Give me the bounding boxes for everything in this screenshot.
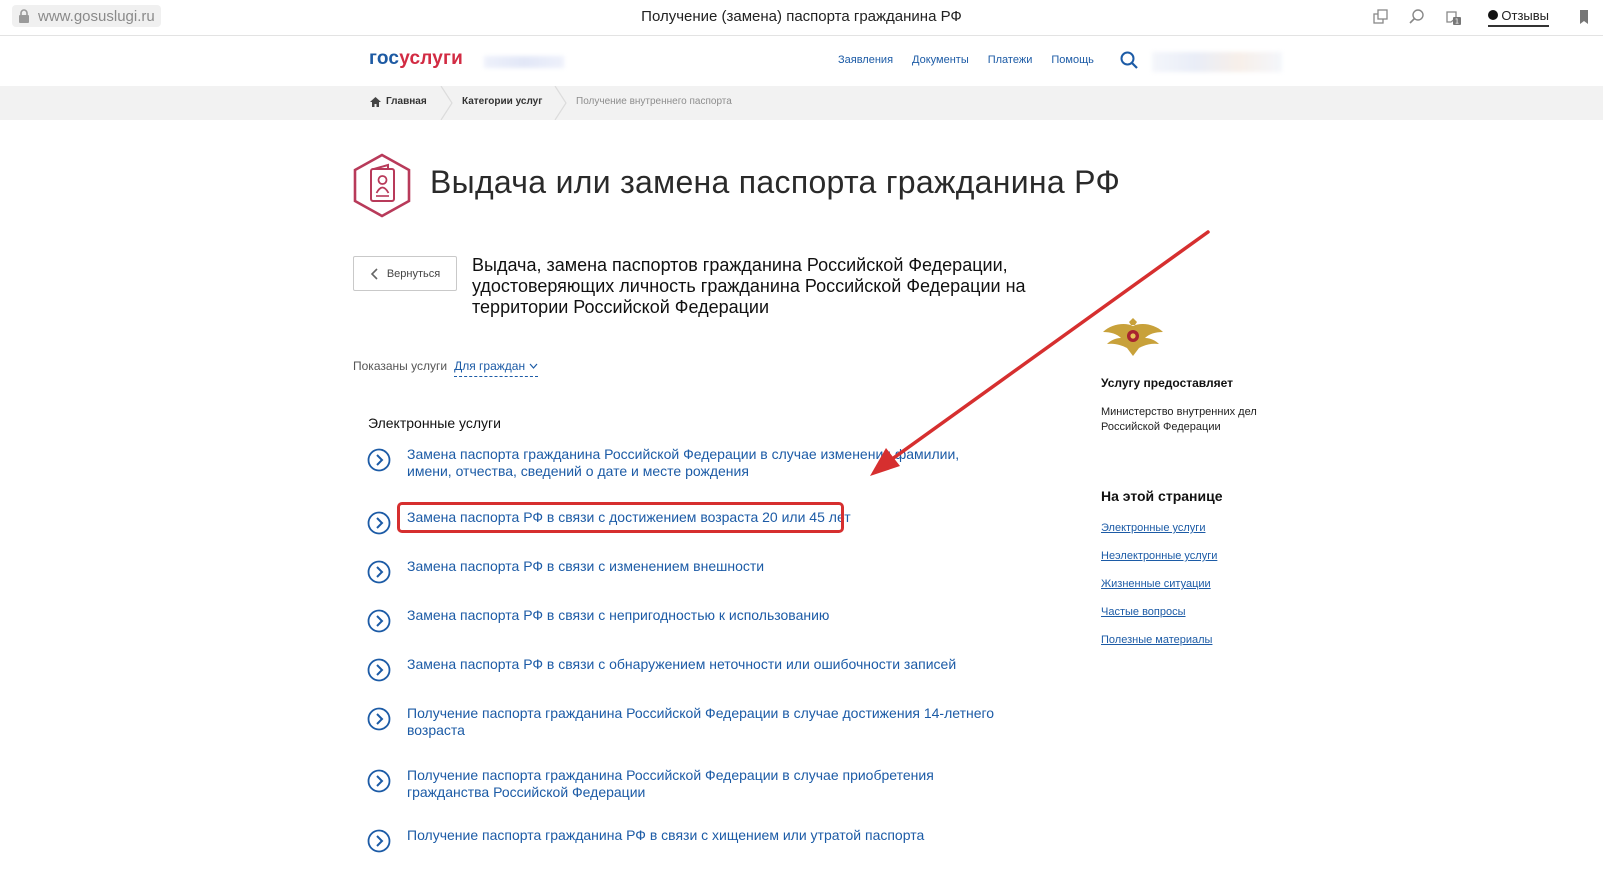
- service-item[interactable]: Замена паспорта РФ в связи с изменением …: [367, 558, 1007, 584]
- chevron-circle-icon: [367, 707, 391, 731]
- copy-icon[interactable]: [1372, 8, 1390, 26]
- service-group-title: Выдача, замена паспортов гражданина Росс…: [472, 255, 1026, 317]
- nav-help[interactable]: Помощь: [1051, 54, 1094, 66]
- address-bar[interactable]: www.gosuslugi.ru: [12, 5, 161, 27]
- service-item[interactable]: Получение паспорта гражданина Российской…: [367, 705, 1007, 739]
- home-icon: [370, 96, 381, 107]
- search-page-icon[interactable]: [1408, 8, 1426, 26]
- extension-badge-icon[interactable]: 1: [1444, 8, 1462, 26]
- service-link-age-20-45[interactable]: Замена паспорта РФ в связи с достижением…: [407, 509, 1007, 526]
- nav-documents[interactable]: Документы: [912, 54, 969, 66]
- onpage-link-non-electronic[interactable]: Неэлектронные услуги: [1101, 550, 1217, 562]
- chevron-circle-icon: [367, 609, 391, 633]
- service-link[interactable]: Замена паспорта РФ в связи с изменением …: [407, 558, 1007, 575]
- service-item[interactable]: Замена паспорта РФ в связи с непригоднос…: [367, 607, 1007, 633]
- blurred-user-profile[interactable]: [1152, 52, 1282, 72]
- service-item[interactable]: Получение паспорта гражданина РФ в связи…: [367, 827, 1007, 853]
- back-button[interactable]: Вернуться: [353, 256, 457, 291]
- chevron-left-icon: [370, 267, 378, 280]
- breadcrumb-home-label: Главная: [386, 96, 427, 107]
- blurred-region-selector: [484, 56, 564, 68]
- site-header: госуслуги Заявления Документы Платежи По…: [0, 36, 1603, 86]
- filter-label: Показаны услуги: [353, 359, 448, 373]
- nav-payments[interactable]: Платежи: [988, 54, 1033, 66]
- page-title: Выдача или замена паспорта гражданина РФ: [430, 164, 1121, 200]
- provider-name: Министерство внутренних дел Российской Ф…: [1101, 406, 1257, 433]
- onpage-link-electronic[interactable]: Электронные услуги: [1101, 522, 1205, 534]
- breadcrumb-home[interactable]: Главная: [370, 96, 427, 107]
- chevron-circle-icon: [367, 511, 391, 535]
- on-this-page-title: На этой странице: [1101, 488, 1223, 504]
- section-title-electronic: Электронные услуги: [368, 415, 501, 431]
- provider-title: Услугу предоставляет: [1101, 376, 1234, 390]
- service-link[interactable]: Получение паспорта гражданина Российской…: [407, 767, 1007, 801]
- onpage-link-materials[interactable]: Полезные материалы: [1101, 634, 1212, 646]
- logo-part-uslugi: услуги: [399, 48, 464, 69]
- logo-part-gos: гос: [369, 48, 400, 69]
- passport-icon: [353, 153, 411, 218]
- breadcrumb-current: Получение внутреннего паспорта: [576, 96, 732, 107]
- browser-toolbar: www.gosuslugi.ru Получение (замена) пасп…: [0, 0, 1603, 36]
- chevron-circle-icon: [367, 829, 391, 853]
- svg-text:1: 1: [1455, 18, 1459, 26]
- url-text: www.gosuslugi.ru: [38, 7, 155, 25]
- gosuslugi-logo[interactable]: госуслуги: [369, 48, 463, 70]
- feedback-label: Отзывы: [1501, 7, 1549, 23]
- service-item[interactable]: Замена паспорта гражданина Российской Фе…: [367, 446, 1007, 480]
- breadcrumb: Главная Категории услуг Получение внутре…: [0, 86, 1603, 120]
- onpage-link-life-situations[interactable]: Жизненные ситуации: [1101, 578, 1211, 590]
- audience-dropdown[interactable]: Для граждан: [454, 359, 539, 377]
- window-title: Получение (замена) паспорта гражданина Р…: [641, 8, 962, 25]
- feedback-button[interactable]: Отзывы: [1488, 8, 1549, 27]
- chat-bubble-icon: [1488, 10, 1499, 20]
- breadcrumb-separator-icon: [554, 86, 567, 120]
- onpage-link-faq[interactable]: Частые вопросы: [1101, 606, 1186, 618]
- nav-applications[interactable]: Заявления: [838, 54, 893, 66]
- search-icon[interactable]: [1119, 50, 1139, 70]
- service-link[interactable]: Получение паспорта гражданина Российской…: [407, 705, 1007, 739]
- chevron-circle-icon: [367, 448, 391, 472]
- chevron-down-icon: [529, 363, 538, 369]
- service-item[interactable]: Получение паспорта гражданина Российской…: [367, 767, 1007, 801]
- mvd-emblem-icon: [1103, 318, 1163, 356]
- chevron-circle-icon: [367, 658, 391, 682]
- bookmark-icon[interactable]: [1575, 8, 1593, 26]
- lock-icon: [19, 9, 29, 23]
- service-link[interactable]: Замена паспорта РФ в связи с обнаружение…: [407, 656, 1007, 673]
- browser-tools: 1 Отзывы: [1372, 4, 1593, 30]
- breadcrumb-separator-icon: [440, 86, 453, 120]
- audience-dropdown-value: Для граждан: [454, 359, 526, 373]
- breadcrumb-categories[interactable]: Категории услуг: [462, 96, 542, 107]
- chevron-circle-icon: [367, 560, 391, 584]
- service-link[interactable]: Замена паспорта гражданина Российской Фе…: [407, 446, 1007, 480]
- main-nav: Заявления Документы Платежи Помощь: [838, 54, 1094, 66]
- back-button-label: Вернуться: [386, 267, 441, 280]
- service-link[interactable]: Замена паспорта РФ в связи с непригоднос…: [407, 607, 1007, 624]
- audience-filter: Показаны услуги Для граждан: [353, 359, 539, 377]
- chevron-circle-icon: [367, 769, 391, 793]
- service-item[interactable]: Замена паспорта РФ в связи с обнаружение…: [367, 656, 1007, 682]
- service-item[interactable]: Замена паспорта РФ в связи с достижением…: [367, 509, 1007, 535]
- annotation-arrow: [870, 230, 1210, 476]
- service-link[interactable]: Получение паспорта гражданина РФ в связи…: [407, 827, 1007, 844]
